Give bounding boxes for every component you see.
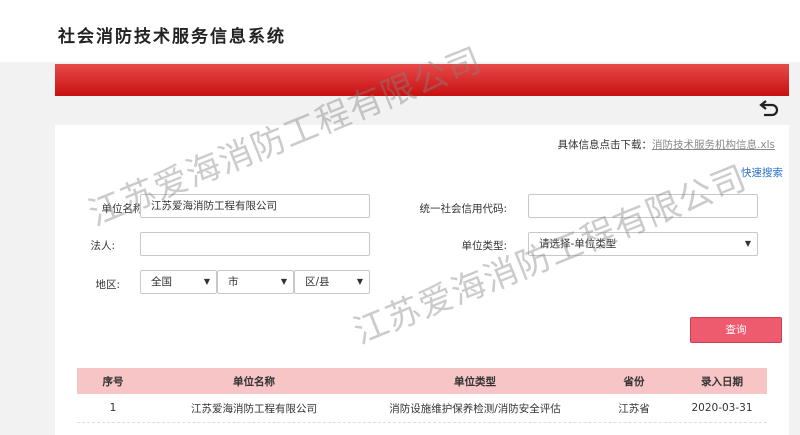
download-line: 具体信息点击下载：消防技术服务机构信息.xls <box>558 137 775 152</box>
column-header: 省份 <box>623 375 645 388</box>
back-icon[interactable] <box>758 100 780 120</box>
region-label: 地区: <box>95 279 120 291</box>
table-header: 序号 单位名称 单位类型 省份 录入日期 <box>77 368 767 394</box>
top-header: 社会消防技术服务信息系统 <box>0 0 800 62</box>
district-select[interactable]: 区/县 ▼ <box>294 270 370 294</box>
column-header: 录入日期 <box>701 375 743 388</box>
table-row[interactable]: 1 江苏爱海消防工程有限公司 消防设施维护保养检测/消防安全评估 江苏省 202… <box>77 394 767 423</box>
download-link[interactable]: 消防技术服务机构信息.xls <box>652 139 775 151</box>
unit-name-label: 单位名称: <box>101 203 147 215</box>
row-date: 2020-03-31 <box>691 402 753 414</box>
credit-code-label: 统一社会信用代码: <box>419 203 507 215</box>
search-panel: 具体信息点击下载：消防技术服务机构信息.xls 快速搜索 单位名称: 江苏爱海消… <box>55 125 789 435</box>
row-province: 江苏省 <box>618 402 650 415</box>
unit-type-select[interactable]: 请选择-单位类型 ▼ <box>528 232 758 256</box>
row-unit-type: 消防设施维护保养检测/消防安全评估 <box>389 402 561 415</box>
legal-person-label: 法人: <box>90 240 115 252</box>
column-header: 单位类型 <box>454 375 496 388</box>
province-select[interactable]: 全国 ▼ <box>140 270 217 294</box>
chevron-down-icon: ▼ <box>356 277 363 286</box>
quick-search-link[interactable]: 快速搜索 <box>741 165 783 180</box>
query-button[interactable]: 查询 <box>690 317 782 343</box>
city-selected: 市 <box>228 276 239 288</box>
credit-code-input[interactable] <box>528 194 758 218</box>
chevron-down-icon: ▼ <box>203 277 210 286</box>
column-header: 单位名称 <box>233 375 275 388</box>
download-prefix: 具体信息点击下载： <box>557 139 653 151</box>
chevron-down-icon: ▼ <box>280 277 287 286</box>
district-selected: 区/县 <box>305 276 330 288</box>
unit-type-selected: 请选择-单位类型 <box>539 238 617 250</box>
unit-type-label: 单位类型: <box>461 240 507 252</box>
header-banner <box>55 64 789 96</box>
chevron-down-icon: ▼ <box>744 239 751 248</box>
row-unit-name[interactable]: 江苏爱海消防工程有限公司 <box>149 394 359 422</box>
row-index: 1 <box>109 402 117 414</box>
unit-name-input[interactable]: 江苏爱海消防工程有限公司 <box>140 194 370 218</box>
app-title: 社会消防技术服务信息系统 <box>58 27 286 47</box>
city-select[interactable]: 市 ▼ <box>217 270 294 294</box>
column-header: 序号 <box>102 375 124 388</box>
province-selected: 全国 <box>151 276 172 288</box>
legal-person-input[interactable] <box>140 232 370 256</box>
